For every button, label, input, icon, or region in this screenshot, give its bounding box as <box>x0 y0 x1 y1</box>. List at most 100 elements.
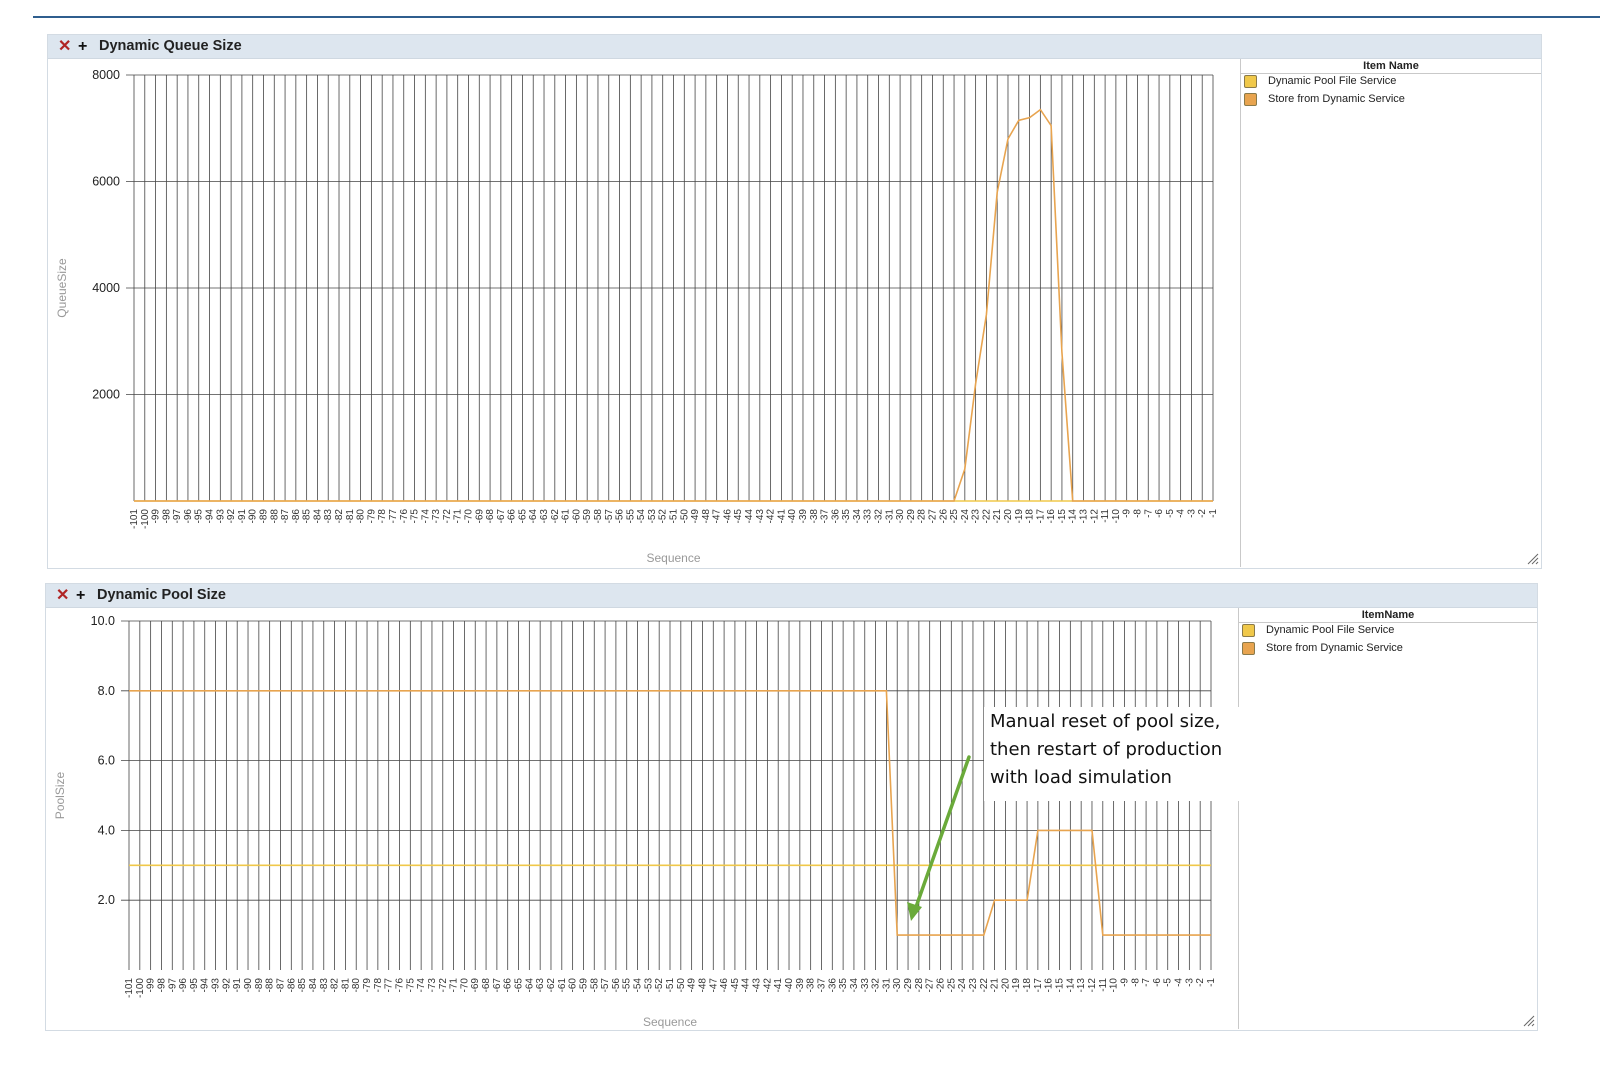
x-tick-label: -43 <box>752 978 763 993</box>
x-tick-label: -42 <box>766 509 777 524</box>
x-tick-label: -2 <box>1197 509 1208 518</box>
x-tick-label: -70 <box>463 509 474 524</box>
resize-handle-icon[interactable] <box>1527 553 1539 565</box>
x-tick-label: -47 <box>712 509 723 524</box>
pool-size-panel: ✕ + Dynamic Pool Size 10.0 8.0 6.0 4.0 2.0 -1… <box>45 583 1538 1031</box>
x-tick-label: -87 <box>280 509 291 524</box>
plus-icon[interactable]: + <box>78 37 87 56</box>
x-tick-label: -12 <box>1089 509 1100 524</box>
x-tick-label: -61 <box>561 509 572 524</box>
x-tick-label: -82 <box>334 509 345 524</box>
x-tick-label: -66 <box>503 978 514 993</box>
x-tick-label: -99 <box>146 978 157 993</box>
x-tick-label: -15 <box>1055 978 1066 993</box>
x-tick-label: -91 <box>237 509 248 524</box>
x-tick-label: -51 <box>669 509 680 524</box>
x-tick-label: -9 <box>1122 509 1133 518</box>
x-tick-label: -43 <box>755 509 766 524</box>
resize-handle-icon[interactable] <box>1523 1015 1535 1027</box>
y-tick-label: 2000 <box>92 388 120 402</box>
close-icon[interactable]: ✕ <box>56 586 69 605</box>
x-tick-label: -101 <box>124 978 135 998</box>
x-tick-label: -77 <box>384 978 395 993</box>
x-tick-label: -38 <box>806 978 817 993</box>
x-tick-label: -33 <box>863 509 874 524</box>
x-tick-label: -11 <box>1098 978 1109 992</box>
x-tick-label: -86 <box>291 509 302 524</box>
x-tick-label: -41 <box>776 509 787 524</box>
x-axis-title: Sequence <box>643 1015 697 1029</box>
x-tick-label: -49 <box>687 978 698 993</box>
x-tick-label: -37 <box>820 509 831 524</box>
x-tick-label: -5 <box>1163 978 1174 987</box>
x-tick-label: -4 <box>1174 978 1185 987</box>
legend-title: Item Name <box>1241 60 1541 74</box>
x-tick-label: -26 <box>938 509 949 524</box>
x-tick-label: -33 <box>860 978 871 993</box>
x-axis-title: Sequence <box>646 551 700 565</box>
x-tick-label: -27 <box>927 509 938 524</box>
x-tick-label: -93 <box>215 509 226 524</box>
x-tick-label: -54 <box>633 978 644 993</box>
y-axis-title: QueueSize <box>55 258 69 318</box>
x-tick-label: -98 <box>161 509 172 524</box>
x-tick-label: -89 <box>258 509 269 524</box>
y-tick-label: 6000 <box>92 175 120 189</box>
x-tick-label: -2 <box>1195 978 1206 987</box>
x-tick-label: -81 <box>340 978 351 993</box>
x-tick-label: -81 <box>345 509 356 524</box>
x-tick-label: -21 <box>990 978 1001 993</box>
x-tick-label: -82 <box>330 978 341 993</box>
x-tick-label: -31 <box>881 978 892 993</box>
x-tick-label: -12 <box>1087 978 1098 993</box>
x-tick-label: -70 <box>459 978 470 993</box>
x-tick-label: -50 <box>676 978 687 993</box>
x-tick-label: -60 <box>571 509 582 524</box>
x-tick-label: -68 <box>485 509 496 524</box>
x-tick-label: -75 <box>405 978 416 993</box>
legend-swatch <box>1244 93 1257 106</box>
x-tick-label: -76 <box>395 978 406 993</box>
plus-icon[interactable]: + <box>76 586 85 605</box>
pool-size-chart: 10.08.06.04.02.0-101 -100 -99 -98 -97 -96 -95-… <box>53 614 1217 1029</box>
top-rule <box>33 16 1600 18</box>
x-tick-label: -25 <box>946 978 957 993</box>
y-tick-label: 4.0 <box>98 823 115 837</box>
x-tick-label: -5 <box>1165 509 1176 518</box>
x-tick-label: -97 <box>167 978 178 993</box>
x-tick-label: -94 <box>200 978 211 993</box>
x-tick-label: -15 <box>1057 509 1068 524</box>
legend-title: ItemName <box>1239 609 1537 623</box>
x-tick-label: -58 <box>593 509 604 524</box>
x-tick-label: -57 <box>600 978 611 993</box>
x-tick-label: -32 <box>871 978 882 993</box>
y-tick-label: 2.0 <box>98 893 115 907</box>
x-tick-label: -32 <box>874 509 885 524</box>
x-tick-label: -53 <box>643 978 654 993</box>
x-tick-label: -96 <box>183 509 194 524</box>
queue-size-panel: ✕ + Dynamic Queue Size 8000 6000 4000 2000 -… <box>47 34 1542 569</box>
x-tick-label: -73 <box>427 978 438 993</box>
annotation-line: then restart of production <box>990 739 1223 760</box>
x-tick-label: -45 <box>730 978 741 993</box>
x-tick-label: -74 <box>416 978 427 993</box>
x-tick-label: -28 <box>917 509 928 524</box>
x-tick-label: -88 <box>265 978 276 993</box>
x-tick-label: -42 <box>762 978 773 993</box>
x-tick-label: -91 <box>232 978 243 993</box>
x-tick-label: -97 <box>172 509 183 524</box>
x-tick-label: -19 <box>1014 509 1025 524</box>
x-tick-label: -79 <box>362 978 373 993</box>
x-tick-label: -56 <box>611 978 622 993</box>
x-tick-label: -76 <box>399 509 410 524</box>
x-tick-label: -88 <box>269 509 280 524</box>
x-tick-label: -19 <box>1011 978 1022 993</box>
y-tick-label: 8000 <box>92 68 120 82</box>
x-tick-label: -87 <box>275 978 286 993</box>
x-tick-label: -31 <box>884 509 895 524</box>
x-tick-label: -51 <box>665 978 676 993</box>
x-tick-label: -85 <box>297 978 308 993</box>
x-tick-label: -34 <box>849 978 860 993</box>
close-icon[interactable]: ✕ <box>58 37 71 56</box>
x-tick-label: -20 <box>1003 509 1014 524</box>
